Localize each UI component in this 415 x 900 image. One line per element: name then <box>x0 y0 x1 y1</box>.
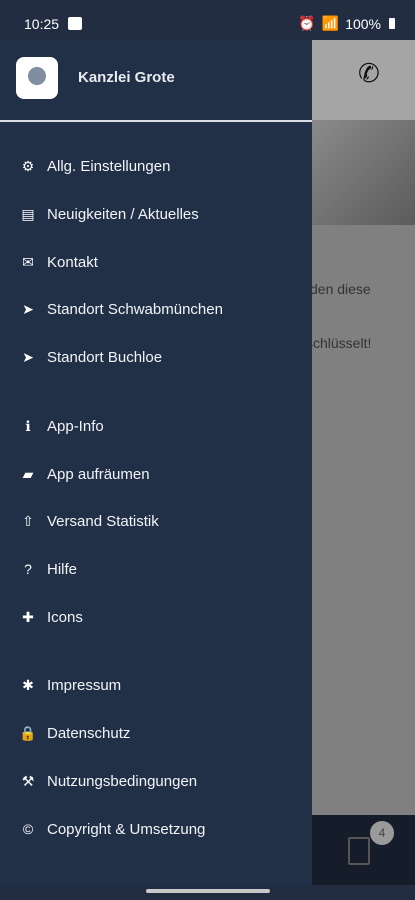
menu-item-label: Nutzungsbedingungen <box>47 772 198 790</box>
status-right: ⏰ 📶 100% <box>298 15 395 32</box>
menu-item-standort-buchloe[interactable]: ➤ Standort Buchloe <box>0 334 312 380</box>
menu-item-label: Standort Schwabmünchen <box>47 300 223 318</box>
info-icon: ℹ <box>25 417 31 434</box>
background-content: den diese schlüsselt! <box>306 225 415 815</box>
menu-item-label: Kontakt <box>47 253 98 271</box>
app-logo <box>16 57 58 99</box>
menu-item-nutzungsbedingungen[interactable]: ⚒ Nutzungsbedingungen <box>0 758 312 804</box>
menu-item-label: Allg. Einstellungen <box>47 157 171 175</box>
menu-item-datenschutz[interactable]: 🔒 Datenschutz <box>0 710 312 756</box>
gesture-handle[interactable] <box>146 889 270 893</box>
menu-item-copyright[interactable]: © Copyright & Umsetzung <box>0 806 312 852</box>
upload-icon: ⇧ <box>22 512 34 529</box>
menu-item-app-info[interactable]: ℹ App-Info <box>0 403 312 449</box>
gavel-icon: ⚒ <box>21 772 35 789</box>
documents-badge: 4 <box>370 821 394 845</box>
menu-item-impressum[interactable]: ✱ Impressum <box>0 662 312 708</box>
menu-item-label: Datenschutz <box>47 724 131 742</box>
menu-item-app-aufraeumen[interactable]: ▰ App aufräumen <box>0 451 312 497</box>
copyright-icon: © <box>22 821 34 837</box>
menu-item-icons[interactable]: ✚ Icons <box>0 594 312 640</box>
location-arrow-icon: ➤ <box>22 348 34 365</box>
location-arrow-icon: ➤ <box>22 300 34 317</box>
background-bottom-bar: 4 <box>312 815 415 885</box>
background-toolbar: ✆ <box>312 40 415 120</box>
wifi-icon: 📶 <box>321 15 340 31</box>
status-time: 10:25 <box>24 16 60 32</box>
alarm-icon: ⏰ <box>298 15 316 31</box>
menu-item-label: Standort Buchloe <box>47 348 163 366</box>
question-icon: ? <box>24 561 32 577</box>
eraser-icon: ▰ <box>22 465 34 482</box>
menu-item-label: Copyright & Umsetzung <box>47 820 206 838</box>
menu-item-label: App aufräumen <box>47 465 150 483</box>
asterisk-icon: ✱ <box>22 676 34 693</box>
menu-item-label: Hilfe <box>47 560 78 578</box>
mail-icon: ✉ <box>22 253 34 270</box>
phone-icon[interactable]: ✆ <box>358 58 380 89</box>
menu-item-kontakt[interactable]: ✉ Kontakt <box>0 239 312 285</box>
background-text-2: schlüsselt! <box>306 335 372 351</box>
newspaper-icon: ▤ <box>21 205 35 222</box>
drawer-header: Kanzlei Grote <box>0 40 312 122</box>
menu-item-allg-einstellungen[interactable]: ⚙ Allg. Einstellungen <box>0 143 312 189</box>
menu-item-standort-schwabmuenchen[interactable]: ➤ Standort Schwabmünchen <box>0 286 312 332</box>
background-text-1: den diese <box>310 281 371 297</box>
menu-item-label: Versand Statistik <box>47 512 159 530</box>
menu-item-label: Neuigkeiten / Aktuelles <box>47 205 199 223</box>
battery-percent: 100% <box>345 15 381 32</box>
background-app: ✆ den diese schlüsselt! 4 <box>306 40 415 885</box>
menu-item-versand-statistik[interactable]: ⇧ Versand Statistik <box>0 498 312 544</box>
menu-item-label: Icons <box>47 608 83 626</box>
image-notification-icon <box>68 17 82 30</box>
menu-item-hilfe[interactable]: ? Hilfe <box>0 546 312 592</box>
lock-icon: 🔒 <box>19 724 37 741</box>
system-nav-bar <box>0 885 415 900</box>
gear-icon: ⚙ <box>21 157 35 174</box>
battery-icon <box>389 18 395 29</box>
status-bar: 10:25 ⏰ 📶 100% <box>0 0 415 40</box>
drawer-title: Kanzlei Grote <box>78 69 175 86</box>
menu-item-label: App-Info <box>47 417 104 435</box>
menu-item-label: Impressum <box>47 676 122 694</box>
menu-item-neuigkeiten[interactable]: ▤ Neuigkeiten / Aktuelles <box>0 191 312 237</box>
documents-icon[interactable] <box>348 837 370 865</box>
background-hero <box>312 120 415 225</box>
navigation-drawer: Kanzlei Grote ⚙ Allg. Einstellungen ▤ Neui… <box>0 40 312 885</box>
icons-icon: ✚ <box>22 608 34 625</box>
